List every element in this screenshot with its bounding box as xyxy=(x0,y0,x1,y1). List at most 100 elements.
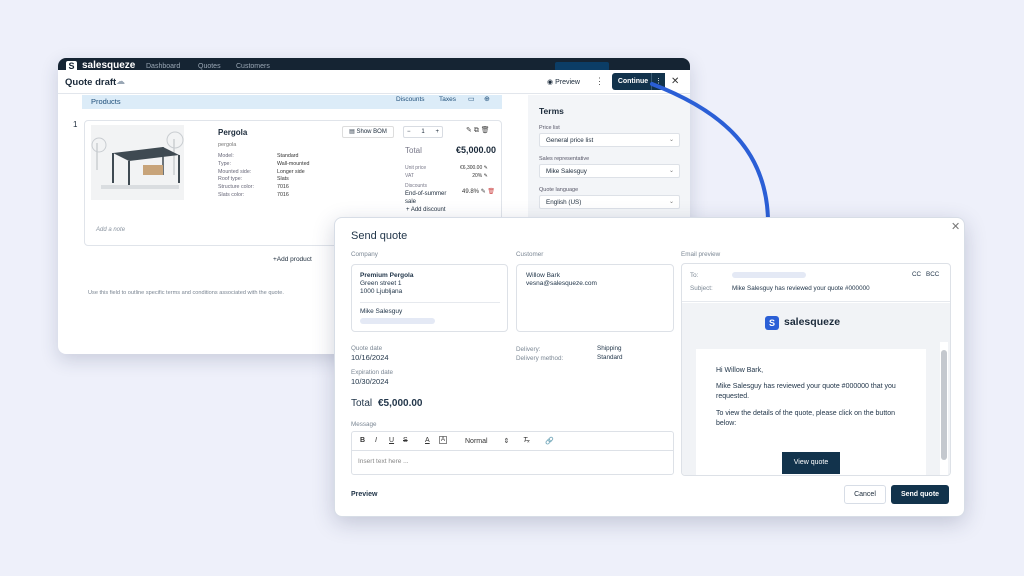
clear-format-icon[interactable]: T̶ₓ xyxy=(523,437,530,444)
preview-button[interactable]: ◉ Preview xyxy=(547,78,580,86)
link-icon[interactable]: 🔗 xyxy=(545,437,554,445)
price-list-label: Price list xyxy=(539,125,560,131)
total-value: €5,000.00 xyxy=(378,398,423,409)
format-select[interactable]: Normal ⇕ xyxy=(465,437,509,445)
edit-icon[interactable]: ✎ xyxy=(466,127,472,134)
email-body: S salesqueze Hi Willow Bark, Mike Salesg… xyxy=(682,303,950,475)
product-subtitle: pergola xyxy=(218,142,237,148)
spec-label: Model: xyxy=(218,153,234,159)
edit-icon[interactable]: ✎ xyxy=(481,189,486,195)
preview-button[interactable]: Preview xyxy=(351,491,377,498)
taxes-tab[interactable]: Taxes xyxy=(439,96,456,103)
folder-icon[interactable]: ▭ xyxy=(468,95,475,103)
show-bom-button[interactable]: ▤ Show BOM xyxy=(342,126,394,138)
modal-title: Send quote xyxy=(351,230,408,242)
email-preview: To: CC BCC Subject: Mike Salesguy has re… xyxy=(681,263,951,476)
language-label: Quote language xyxy=(539,187,579,193)
message-input[interactable]: Insert text here ... xyxy=(358,458,409,465)
email-header: To: CC BCC Subject: Mike Salesguy has re… xyxy=(682,264,950,302)
edit-icon[interactable]: ✎ xyxy=(484,165,488,171)
message-editor: B I U S A A Normal ⇕ T̶ₓ 🔗 Insert text h… xyxy=(351,431,674,475)
delivery-label: Delivery: xyxy=(516,346,541,353)
scrollbar-thumb[interactable] xyxy=(941,350,947,460)
quote-date-value[interactable]: 10/16/2024 xyxy=(351,354,389,362)
total-label: Total xyxy=(351,398,373,409)
send-quote-modal: Send quote ✕ Company Premium Pergola Gre… xyxy=(334,217,965,517)
note-input[interactable]: Add a note xyxy=(96,227,125,233)
delete-icon[interactable]: 🗑 xyxy=(481,127,490,134)
add-discount-label: Add discount xyxy=(410,207,446,213)
bold-icon[interactable]: B xyxy=(360,437,365,444)
more-options-icon[interactable]: ⋮ xyxy=(595,76,604,87)
edit-icon[interactable]: ✎ xyxy=(484,173,488,179)
text-color-icon[interactable]: A xyxy=(425,437,430,444)
send-quote-button[interactable]: Send quote xyxy=(891,485,949,504)
sales-rep-value: Mike Salesguy xyxy=(546,168,587,175)
vat-value: 20% xyxy=(472,173,483,179)
underline-icon[interactable]: U xyxy=(389,437,394,444)
price-list-value: General price list xyxy=(546,137,594,144)
redacted-recipient xyxy=(732,272,806,278)
spec-value: Slats xyxy=(277,176,289,183)
spec-label: Slats color: xyxy=(218,191,245,198)
email-line-2: To view the details of the quote, please… xyxy=(716,410,896,427)
copy-icon[interactable]: ⧉ xyxy=(474,127,479,134)
company-street: Green street 1 xyxy=(360,280,402,287)
quantity-value: 1 xyxy=(421,129,425,135)
plus-icon[interactable]: + xyxy=(435,127,439,138)
salesqueze-logo-icon: S xyxy=(765,316,779,330)
spec-label: Structure color: xyxy=(218,184,254,191)
redacted-email xyxy=(360,318,435,324)
product-name: Pergola xyxy=(218,128,248,137)
bcc-button[interactable]: BCC xyxy=(926,271,939,279)
discounts-tab[interactable]: Discounts xyxy=(396,96,425,103)
divider xyxy=(360,302,500,303)
discount-name: End-of-summer sale xyxy=(405,191,447,205)
continue-label: Continue xyxy=(617,78,649,85)
highlight-icon[interactable]: A xyxy=(439,436,448,444)
minus-icon[interactable]: − xyxy=(407,127,411,138)
cancel-button[interactable]: Cancel xyxy=(844,485,886,504)
add-product-button[interactable]: +Add product xyxy=(273,256,312,263)
close-icon[interactable]: ✕ xyxy=(671,76,679,87)
delivery-value: Shipping xyxy=(597,345,622,352)
message-label: Message xyxy=(351,421,377,428)
nav-customers[interactable]: Customers xyxy=(236,63,270,70)
discount-value: 49.8% xyxy=(462,189,480,195)
sales-rep-label: Sales representative xyxy=(539,156,590,162)
customer-box: Willow Bark vesna@salesqueze.com xyxy=(516,264,674,332)
cc-button[interactable]: CC xyxy=(912,271,921,279)
document-icon: ▤ xyxy=(349,129,357,135)
strikethrough-icon[interactable]: S xyxy=(403,437,408,444)
view-quote-button[interactable]: View quote xyxy=(782,452,840,474)
email-greeting: Hi Willow Bark, xyxy=(716,367,764,374)
italic-icon[interactable]: I xyxy=(375,437,377,444)
eye-icon: ◉ xyxy=(547,79,556,86)
sales-rep-select[interactable]: Mike Salesguy ⌄ xyxy=(539,164,680,178)
nav-quotes[interactable]: Quotes xyxy=(198,63,221,70)
price-labels: Unit price VAT xyxy=(405,164,426,180)
expiration-date-value[interactable]: 10/30/2024 xyxy=(351,378,389,386)
delete-icon[interactable]: 🗑 xyxy=(487,189,495,195)
spec-label: Roof type: xyxy=(218,176,243,183)
scrollbar[interactable] xyxy=(940,342,948,475)
price-list-select[interactable]: General price list ⌄ xyxy=(539,133,680,147)
discount-block: Discounts End-of-summer sale xyxy=(405,182,455,206)
subject-label: Subject: xyxy=(690,285,713,292)
company-box: Premium Pergola Green street 1 1000 Ljub… xyxy=(351,264,508,332)
customer-label: Customer xyxy=(516,251,544,258)
terms-title: Terms xyxy=(539,106,564,116)
terms-hint-text[interactable]: Use this field to outline specific terms… xyxy=(88,290,284,296)
add-circle-icon[interactable]: ⊕ xyxy=(484,95,490,103)
close-icon[interactable]: ✕ xyxy=(951,220,960,233)
delivery-method-value: Standard xyxy=(597,354,623,361)
nav-dashboard[interactable]: Dashboard xyxy=(146,63,180,70)
continue-more-icon[interactable]: ⋮ xyxy=(651,73,665,90)
quantity-stepper[interactable]: − 1 + xyxy=(403,126,443,138)
language-select[interactable]: English (US) ⌄ xyxy=(539,195,680,209)
email-line-1: Mike Salesguy has reviewed your quote #0… xyxy=(716,383,896,400)
subject-value: Mike Salesguy has reviewed your quote #0… xyxy=(732,285,870,292)
format-value: Normal xyxy=(465,438,488,445)
add-discount-button[interactable]: + Add discount xyxy=(406,207,446,213)
chevron-down-icon: ⌄ xyxy=(668,168,674,174)
